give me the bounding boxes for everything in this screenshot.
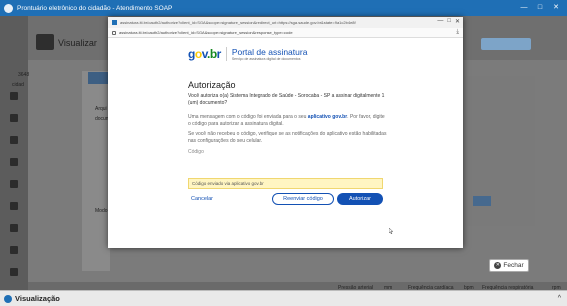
minimize-button[interactable]: — — [517, 2, 531, 13]
background-page-title: Visualizar — [58, 38, 97, 48]
bottom-strip: Visualização ^ — [0, 290, 567, 306]
outer-window-titlebar: Prontuário eletrônico do cidadão - Atend… — [0, 0, 567, 16]
portal-title: Portal de assinatura — [231, 47, 308, 57]
sidebar-icon[interactable] — [10, 136, 18, 144]
lock-icon — [112, 30, 116, 35]
govbr-logo: gov.br — [188, 47, 221, 61]
sidebar-icon[interactable] — [10, 268, 18, 276]
browser-popup: assinatura.iti.br/oauth2/authorize?clien… — [108, 17, 463, 248]
popup-titlebar: assinatura.iti.br/oauth2/authorize?clien… — [108, 17, 463, 28]
sidebar-icon[interactable] — [10, 246, 18, 254]
sidebar-icon[interactable] — [10, 180, 18, 188]
download-icon[interactable]: ⤓ — [456, 29, 459, 36]
govbr-app-link[interactable]: aplicativo gov.br — [308, 114, 347, 120]
bottom-strip-label: Visualização — [15, 294, 60, 303]
app-icon — [4, 3, 13, 13]
fechar-button[interactable]: ✕ Fechar — [489, 259, 529, 272]
window-controls: — □ ✕ — [517, 2, 563, 13]
popup-maximize-button[interactable]: □ — [447, 18, 451, 25]
sidebar-icon[interactable] — [10, 92, 18, 100]
background-right-button[interactable] — [473, 196, 491, 206]
popup-address-bar[interactable]: assinatura.iti.br/oauth2/authorize?clien… — [108, 28, 463, 38]
popup-body: gov.br Portal de assinatura Serviço de a… — [108, 38, 463, 248]
printer-icon — [36, 34, 54, 50]
left-sidebar — [0, 16, 28, 306]
background-panel-header — [88, 72, 110, 84]
close-circle-icon: ✕ — [494, 262, 502, 269]
popup-window-controls: — □ ✕ — [437, 18, 460, 25]
mouse-cursor-icon — [389, 228, 393, 234]
popup-address-url: assinatura.iti.br/oauth2/authorize?clien… — [119, 30, 293, 35]
sidebar-icon[interactable] — [10, 158, 18, 166]
visualization-icon — [4, 294, 12, 303]
favicon-icon — [112, 20, 117, 25]
background-top-button[interactable] — [481, 38, 531, 50]
outer-window-title: Prontuário eletrônico do cidadão - Atend… — [17, 4, 173, 12]
header-divider — [225, 47, 227, 61]
code-help-message: Se você não recebeu o código, verifique … — [188, 131, 387, 144]
sidebar-icon[interactable] — [10, 202, 18, 210]
authorize-button[interactable]: Autorizar — [337, 193, 383, 205]
background-number: 3648 — [18, 72, 30, 78]
sidebar-icon[interactable] — [10, 224, 18, 232]
code-sent-message: Uma mensagem com o código foi enviada pa… — [188, 114, 385, 127]
authorization-question: Você autoriza o(a) Sistema Integrado de … — [188, 93, 385, 106]
maximize-button[interactable]: □ — [533, 2, 547, 13]
popup-minimize-button[interactable]: — — [437, 18, 443, 25]
portal-title-block: Portal de assinatura Serviço de assinatu… — [232, 47, 308, 61]
codigo-label: Código — [188, 149, 204, 155]
resend-code-button[interactable]: Reenviar código — [272, 193, 334, 205]
popup-title-url: assinatura.iti.br/oauth2/authorize?clien… — [120, 20, 356, 25]
background-right-panel — [465, 76, 535, 226]
popup-close-button[interactable]: ✕ — [455, 18, 460, 25]
govbr-portal-header: gov.br Portal de assinatura Serviço de a… — [188, 47, 307, 61]
portal-subtitle: Serviço de assinatura digital de documen… — [231, 57, 301, 61]
fechar-label: Fechar — [503, 262, 524, 269]
collapse-icon[interactable]: ^ — [558, 295, 561, 302]
sidebar-icon[interactable] — [10, 114, 18, 122]
authorization-content: Autorização Você autoriza o(a) Sistema I… — [188, 80, 388, 155]
background-cidade-label: cidad — [12, 82, 24, 88]
codigo-input[interactable]: Código enviado via aplicativo gov.br — [188, 178, 383, 189]
close-window-button[interactable]: ✕ — [549, 2, 563, 13]
cancel-button[interactable]: Cancelar — [191, 196, 213, 202]
authorization-actions: Cancelar Reenviar código Autorizar — [188, 193, 383, 207]
authorization-heading: Autorização — [188, 80, 236, 90]
